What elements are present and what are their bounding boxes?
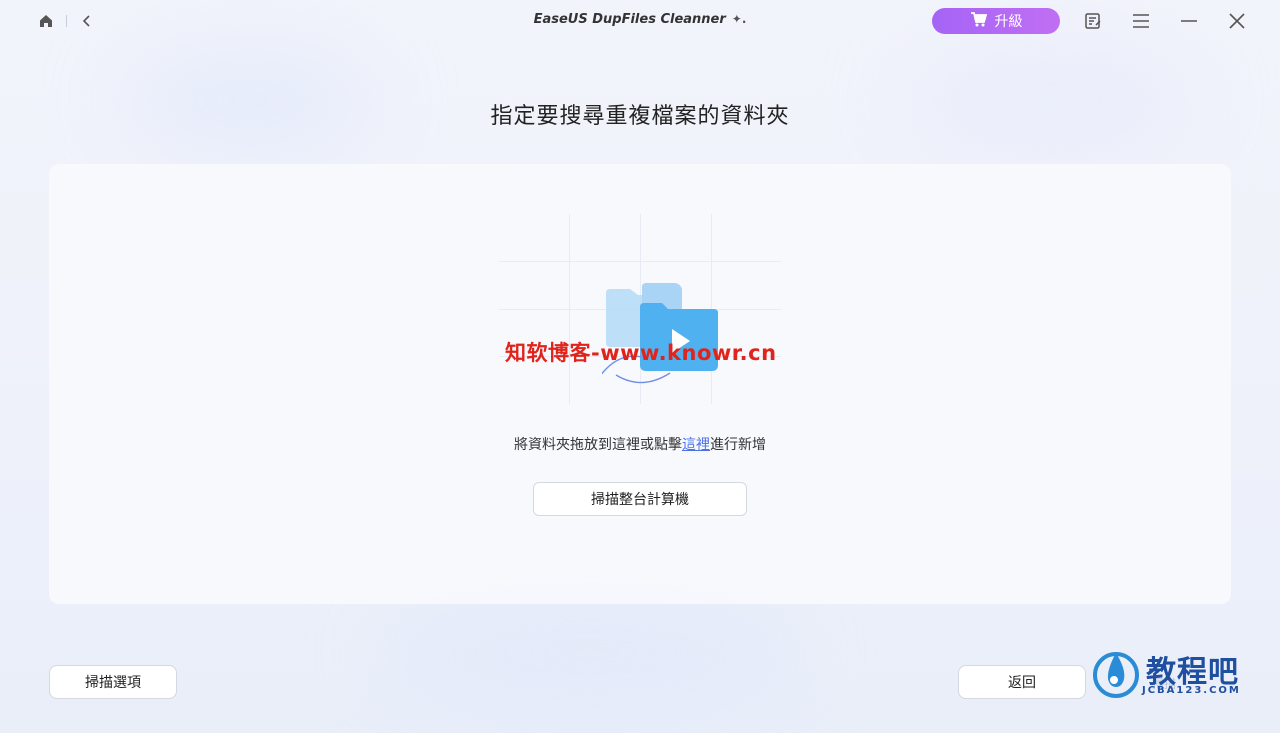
folder-drop-zone[interactable]: 將資料夾拖放到這裡或點擊這裡進行新增 掃描整台計算機 — [49, 164, 1231, 604]
window-controls — [1082, 10, 1248, 32]
site-logo: 掃描 教程吧 JCBA123.COM — [1092, 647, 1252, 701]
upgrade-label: 升級 — [994, 14, 1023, 30]
app-title-text: EaseUS DupFiles Cleanner — [533, 12, 726, 27]
logo-subtext: JCBA123.COM — [1142, 685, 1241, 696]
minimize-icon[interactable] — [1178, 10, 1200, 32]
scan-options-button[interactable]: 掃描選項 — [49, 665, 177, 699]
close-icon[interactable] — [1226, 10, 1248, 32]
drop-instruction: 將資料夾拖放到這裡或點擊這裡進行新增 — [49, 434, 1231, 454]
title-bar: EaseUS DupFiles Cleanner ✦. 升級 — [0, 0, 1280, 42]
cart-icon — [970, 11, 987, 31]
upgrade-button[interactable]: 升級 — [932, 8, 1060, 34]
watermark-text: 知软博客-www.knowr.cn — [505, 341, 777, 365]
add-folder-link[interactable]: 這裡 — [682, 437, 710, 453]
background-glow — [380, 593, 800, 713]
back-button[interactable]: 返回 — [958, 665, 1086, 699]
logo-drop-icon — [1093, 652, 1139, 698]
sparkle-icon: ✦. — [731, 12, 747, 26]
drop-instruction-prefix: 將資料夾拖放到這裡或點擊 — [514, 437, 682, 453]
menu-icon[interactable] — [1130, 10, 1152, 32]
drop-instruction-suffix: 進行新增 — [710, 437, 766, 453]
page-title: 指定要搜尋重複檔案的資料夾 — [490, 104, 790, 129]
scan-whole-computer-button[interactable]: 掃描整台計算機 — [533, 482, 747, 516]
feedback-icon[interactable] — [1082, 10, 1104, 32]
